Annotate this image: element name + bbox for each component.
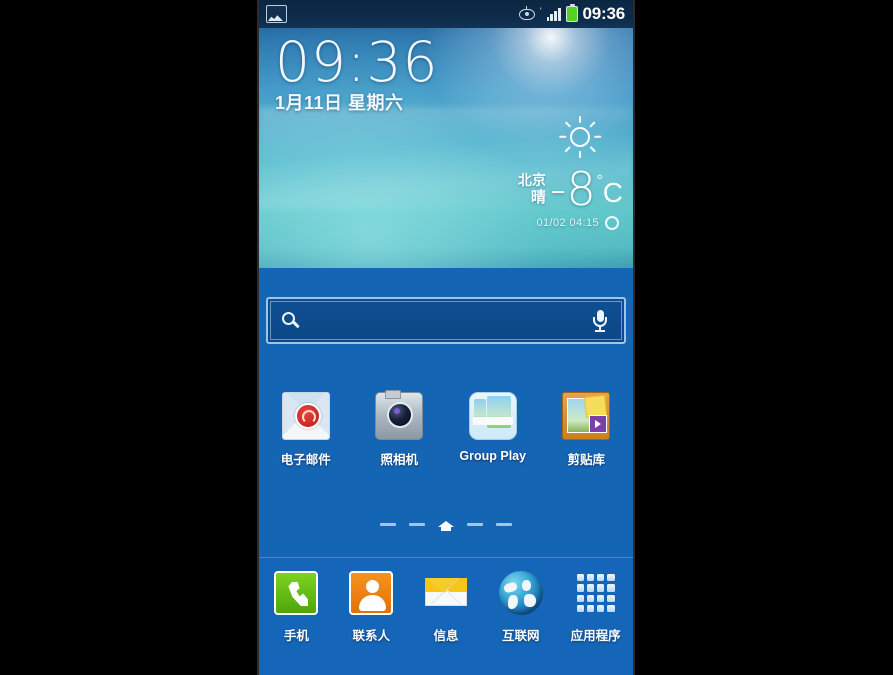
weather-unit: C <box>602 177 623 208</box>
phone-bezel-right <box>633 0 635 675</box>
status-bar-clock: 09:36 <box>582 4 626 23</box>
weather-city: 北京 <box>517 172 546 188</box>
page-dot[interactable] <box>409 523 425 526</box>
microphone-icon[interactable] <box>592 309 608 332</box>
globe-icon <box>498 571 543 615</box>
phone-icon <box>274 571 319 615</box>
eye-icon <box>518 5 535 20</box>
app-item-email[interactable]: 电子邮件 <box>259 392 353 468</box>
dock: 手机 联系人 信息 互联网 应用程序 <box>259 557 633 675</box>
signal-icon <box>546 7 561 21</box>
phone-screen: ' 09:36 09:36 1月11日 星期六 北京 晴 -8 ° C 01/0… <box>259 0 633 675</box>
weather-location-block: 北京 晴 <box>518 172 546 206</box>
weather-footer: 01/02 04:15 <box>473 216 619 230</box>
letterbox-right <box>633 0 893 675</box>
dock-item-messages[interactable]: 信息 <box>409 571 484 644</box>
screenshot-stage: ' 09:36 09:36 1月11日 星期六 北京 晴 -8 ° C 01/0… <box>0 0 893 675</box>
dock-label: 联系人 <box>352 629 390 643</box>
dock-item-contacts[interactable]: 联系人 <box>334 571 409 644</box>
app-grid-row: 电子邮件 照相机 Group Play 剪贴库 <box>259 390 634 468</box>
status-bar: ' 09:36 <box>259 0 633 28</box>
refresh-icon[interactable] <box>605 216 619 230</box>
clock-time: 09:36 <box>275 30 439 94</box>
app-label: 剪贴库 <box>567 453 605 467</box>
dock-label: 应用程序 <box>570 629 621 643</box>
dock-item-internet[interactable]: 互联网 <box>483 571 558 644</box>
dock-item-apps[interactable]: 应用程序 <box>558 571 633 644</box>
app-label: 电子邮件 <box>280 453 331 467</box>
weather-unit-block: ° C <box>597 170 623 208</box>
weather-main: 北京 晴 -8 ° C <box>473 166 623 212</box>
scrapbook-icon <box>562 392 611 440</box>
phone-bezel-left <box>257 0 259 675</box>
letterbox-left <box>0 0 259 675</box>
battery-icon <box>565 3 578 22</box>
dock-item-phone[interactable]: 手机 <box>259 571 334 644</box>
email-icon <box>281 392 330 440</box>
gallery-icon <box>266 5 287 23</box>
status-bar-right: ' 09:36 <box>518 3 633 24</box>
dock-label: 互联网 <box>502 629 540 643</box>
apps-grid-icon <box>574 571 618 615</box>
camera-icon <box>375 390 424 440</box>
weather-temperature: -8 <box>549 162 596 216</box>
weather-widget[interactable]: 北京 晴 -8 ° C 01/02 04:15 <box>473 116 623 230</box>
dock-label: 信息 <box>433 629 459 643</box>
contacts-icon <box>349 571 394 615</box>
tick-icon: ' <box>539 5 542 16</box>
dock-label: 手机 <box>283 629 309 643</box>
weather-condition: 晴 <box>530 189 546 206</box>
search-icon <box>282 312 299 329</box>
clock-date: 1月11日 星期六 <box>275 93 404 113</box>
sun-icon <box>559 116 601 158</box>
app-label: 照相机 <box>380 453 418 467</box>
app-item-scrapbook[interactable]: 剪贴库 <box>540 392 634 468</box>
page-dot[interactable] <box>467 523 483 526</box>
messages-icon <box>424 571 468 615</box>
page-indicator <box>259 518 633 531</box>
group-play-icon <box>468 392 517 440</box>
page-dot[interactable] <box>380 523 396 526</box>
app-item-group-play[interactable]: Group Play <box>446 392 540 468</box>
app-item-camera[interactable]: 照相机 <box>353 390 447 468</box>
search-bar-inner-border <box>270 301 622 340</box>
clock-widget[interactable]: 09:36 1月11日 星期六 <box>275 34 439 114</box>
status-bar-left <box>259 5 287 23</box>
weather-updated-time: 01/02 04:15 <box>536 217 599 229</box>
app-label: Group Play <box>459 449 527 463</box>
home-icon[interactable] <box>438 518 454 531</box>
search-bar[interactable] <box>266 297 626 344</box>
page-dot[interactable] <box>496 523 512 526</box>
